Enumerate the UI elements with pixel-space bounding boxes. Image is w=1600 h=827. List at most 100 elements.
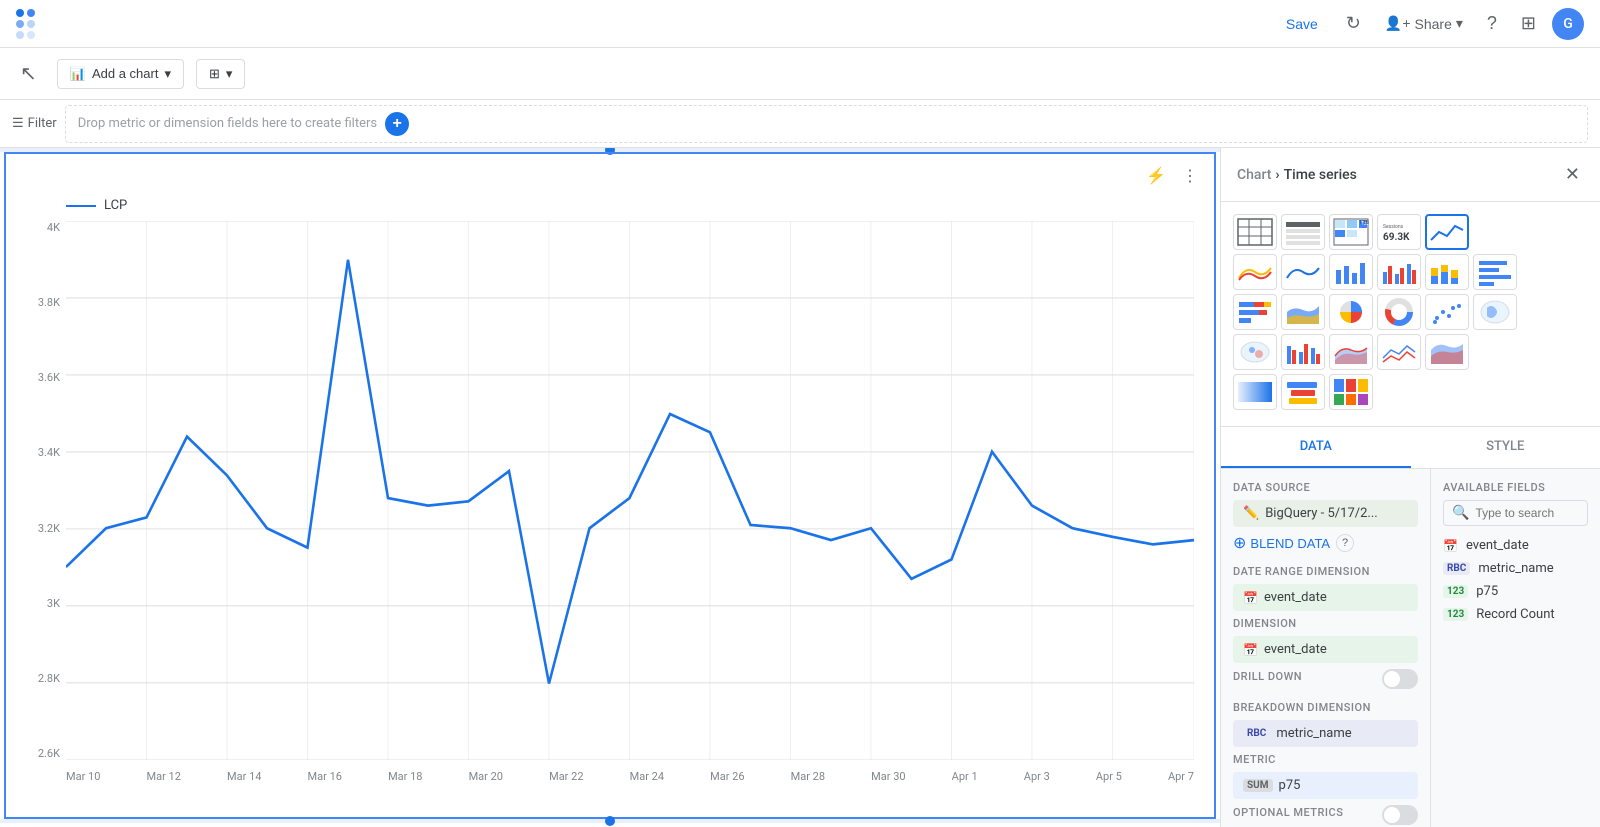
blend-info-button[interactable]: ? <box>1336 534 1354 552</box>
chart-type-stacked-area[interactable] <box>1281 294 1325 330</box>
resize-dot-bottom <box>605 816 615 826</box>
date-range-chip[interactable]: 📅 event_date <box>1233 584 1418 611</box>
dimension-chip[interactable]: 📅 event_date <box>1233 636 1418 663</box>
chart-type-table-2[interactable] <box>1281 214 1325 250</box>
tab-data[interactable]: DATA <box>1221 427 1411 468</box>
chart-type-timeline-bar[interactable] <box>1281 374 1325 410</box>
filter-label: ☰ Filter <box>12 116 57 131</box>
field-metric-name[interactable]: RBC metric_name <box>1443 557 1588 580</box>
chart-header: ⚡ ⋮ <box>6 154 1214 198</box>
chart-type-stacked-horiz[interactable] <box>1233 294 1277 330</box>
optional-metrics-row: Optional metrics <box>1233 805 1418 825</box>
logo-dot-2 <box>27 9 35 17</box>
panel-section-title: Time series <box>1284 167 1357 183</box>
y-axis: 4K 3.8K 3.6K 3.4K 3.2K 3K 2.8K 2.6K <box>26 221 66 784</box>
chart-plot-area: Mar 10 Mar 12 Mar 14 Mar 16 Mar 18 Mar 2… <box>66 221 1194 784</box>
drill-down-label: Drill down <box>1233 670 1302 683</box>
chart-type-line-wavy[interactable] <box>1233 254 1277 290</box>
select-tool-button[interactable]: ↖ <box>12 53 45 94</box>
chart-type-multi-area[interactable] <box>1425 334 1469 370</box>
more-options-button[interactable]: ⋮ <box>1178 162 1202 190</box>
chart-type-time-series[interactable] <box>1425 214 1469 250</box>
cursor-icon: ↖ <box>20 61 37 86</box>
svg-text:69.3K: 69.3K <box>1383 232 1410 243</box>
available-fields-label: Available Fields <box>1443 481 1588 494</box>
save-button[interactable]: Save <box>1274 10 1330 38</box>
filter-bar: ☰ Filter Drop metric or dimension fields… <box>0 100 1600 148</box>
x-label-mar10: Mar 10 <box>66 770 100 783</box>
calendar-field-icon: 📅 <box>1443 539 1458 553</box>
tab-style[interactable]: STYLE <box>1411 427 1600 468</box>
chart-type-multi-line[interactable] <box>1377 334 1421 370</box>
chart-type-smooth-line[interactable] <box>1281 254 1325 290</box>
chart-area: ⚡ ⋮ LCP 4K 3.8K 3.6K 3.4K 3.2K 3K <box>0 148 1220 827</box>
search-field-container: 🔍 <box>1443 500 1588 526</box>
chart-type-scatter[interactable] <box>1425 294 1469 330</box>
chart-type-bar[interactable] <box>1329 254 1373 290</box>
chart-type-table[interactable] <box>1233 214 1277 250</box>
drill-down-toggle[interactable] <box>1382 669 1418 689</box>
apps-button[interactable]: ⊞ <box>1513 5 1544 42</box>
panel-tabs: DATA STYLE <box>1221 427 1600 469</box>
add-chart-button[interactable]: 📊 Add a chart ▾ <box>57 59 184 89</box>
rbc-field-badge: RBC <box>1443 562 1470 575</box>
chart-type-map[interactable] <box>1473 294 1517 330</box>
panel-close-button[interactable]: ✕ <box>1561 160 1584 189</box>
y-label-36k: 3.6K <box>26 371 66 384</box>
optional-metrics-toggle[interactable] <box>1382 805 1418 825</box>
field-p75[interactable]: 123 p75 <box>1443 580 1588 603</box>
x-label-mar18: Mar 18 <box>388 770 422 783</box>
resize-handle-bottom[interactable] <box>0 819 1220 823</box>
y-label-32k: 3.2K <box>26 522 66 535</box>
dimension-label: Dimension <box>1233 617 1418 630</box>
add-component-button[interactable]: ⊞ ▾ <box>196 59 245 89</box>
chart-type-color-block[interactable] <box>1329 374 1373 410</box>
x-label-mar20: Mar 20 <box>469 770 503 783</box>
grid-icon: ⊞ <box>209 66 220 82</box>
search-input[interactable] <box>1475 506 1579 520</box>
date-range-label: Date Range Dimension <box>1233 565 1418 578</box>
chevron-down-icon: ▾ <box>1456 15 1463 32</box>
data-source-chip[interactable]: ✏️ BigQuery - 5/17/2... <box>1233 500 1418 527</box>
right-panel: Chart › Time series ✕ Total1,168 Ses <box>1220 148 1600 827</box>
svg-text:1,168: 1,168 <box>1359 220 1369 226</box>
x-label-mar26: Mar 26 <box>710 770 744 783</box>
x-label-mar24: Mar 24 <box>630 770 664 783</box>
field-event-date[interactable]: 📅 event_date <box>1443 534 1588 557</box>
x-label-mar16: Mar 16 <box>308 770 342 783</box>
calendar-icon: 📅 <box>1243 591 1258 605</box>
top-nav-actions: Save ↻ 👤+ Share ▾ ? ⊞ G <box>1274 5 1584 42</box>
chart-type-row-2 <box>1233 254 1588 290</box>
chart-type-multi-bar[interactable] <box>1377 254 1421 290</box>
filter-add-button[interactable]: + <box>385 112 409 136</box>
breakdown-chip[interactable]: RBC metric_name <box>1233 720 1418 747</box>
logo-dot-5 <box>16 31 24 39</box>
chart-type-gradient[interactable] <box>1233 374 1277 410</box>
logo-dot-4 <box>27 20 35 28</box>
metric-chip[interactable]: SUM p75 <box>1233 772 1418 799</box>
chart-type-pie[interactable] <box>1329 294 1373 330</box>
chart-type-geo-map[interactable] <box>1233 334 1277 370</box>
chart-type-horizontal-bar[interactable] <box>1473 254 1517 290</box>
help-button[interactable]: ? <box>1479 5 1505 42</box>
refresh-button[interactable]: ↻ <box>1338 5 1369 42</box>
x-label-apr5: Apr 5 <box>1096 770 1122 783</box>
x-label-apr3: Apr 3 <box>1024 770 1050 783</box>
filter-drop-zone[interactable]: Drop metric or dimension fields here to … <box>65 105 1588 143</box>
search-icon: 🔍 <box>1452 505 1469 521</box>
field-record-count[interactable]: 123 Record Count <box>1443 603 1588 626</box>
chart-type-stacked-bar[interactable] <box>1425 254 1469 290</box>
chevron-down-icon: ▾ <box>164 66 171 82</box>
avatar[interactable]: G <box>1552 8 1584 40</box>
chart-type-grouped-bar-vertical[interactable] <box>1281 334 1325 370</box>
x-axis: Mar 10 Mar 12 Mar 14 Mar 16 Mar 18 Mar 2… <box>66 764 1194 788</box>
lightning-button[interactable]: ⚡ <box>1142 162 1170 190</box>
y-label-28k: 2.8K <box>26 672 66 685</box>
chart-type-scorecard[interactable]: Sessions69.3K <box>1377 214 1421 250</box>
share-button[interactable]: 👤+ Share ▾ <box>1377 9 1471 38</box>
chart-type-row-4 <box>1233 334 1588 370</box>
chart-type-area[interactable] <box>1329 334 1373 370</box>
blend-data-button[interactable]: ⊕ BLEND DATA <box>1233 533 1330 553</box>
chart-type-donut[interactable] <box>1377 294 1421 330</box>
chart-type-heatmap-table[interactable]: Total1,168 <box>1329 214 1373 250</box>
